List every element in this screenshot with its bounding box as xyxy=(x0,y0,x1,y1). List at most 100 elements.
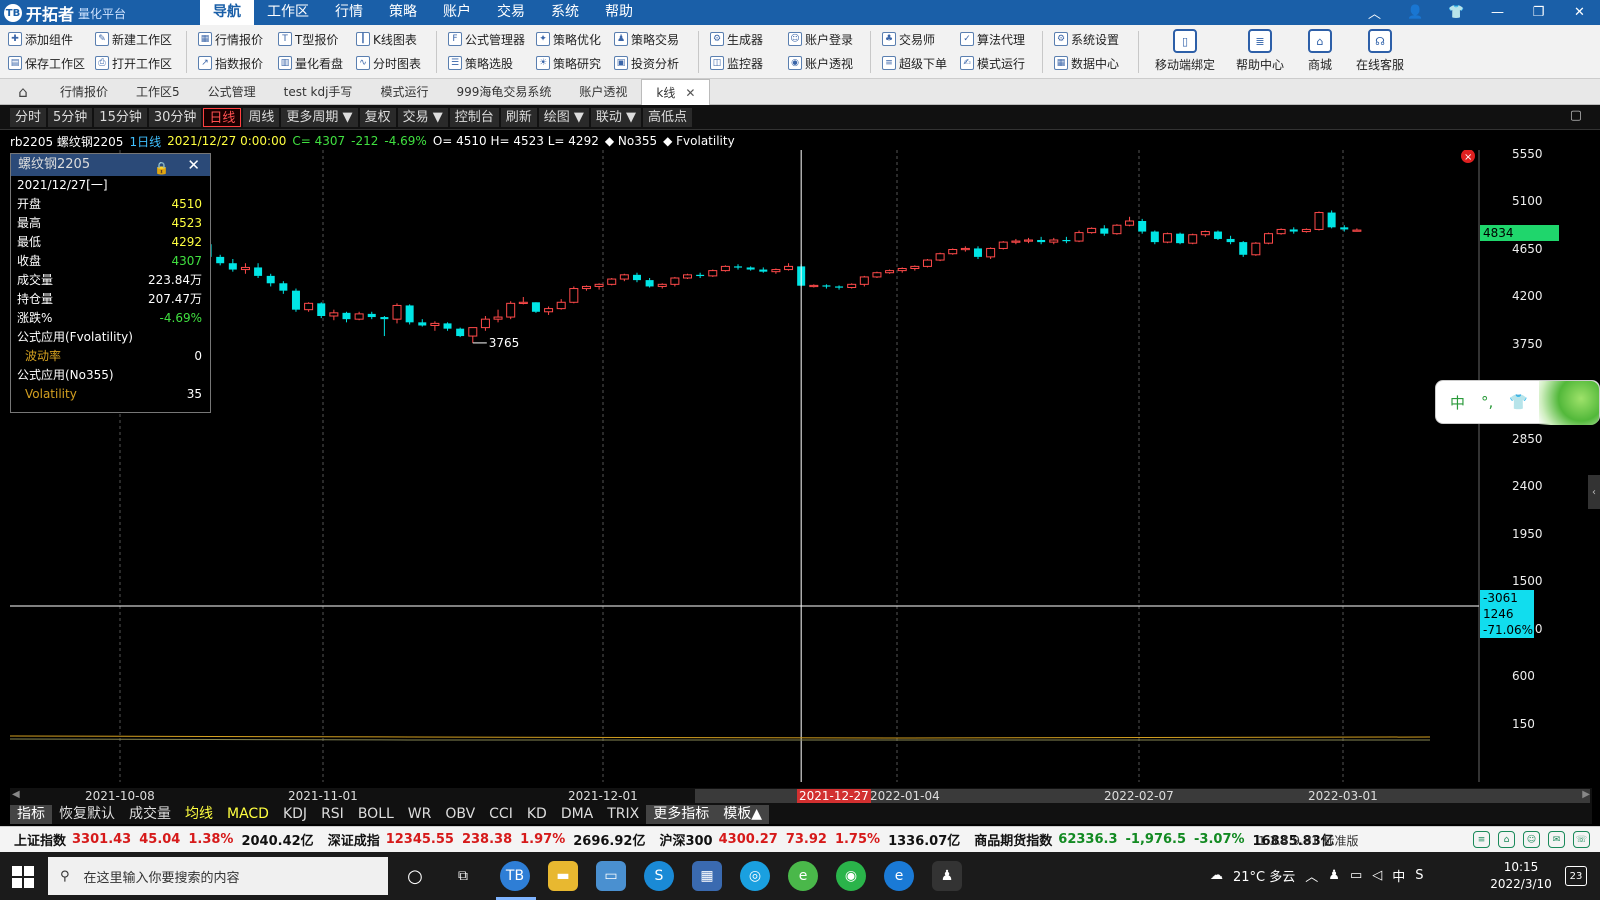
chat-icon[interactable]: ✉ xyxy=(1548,831,1565,848)
indicator-tab[interactable]: 指标 xyxy=(10,804,52,824)
mode-run-button[interactable]: ✍ 模式运行 xyxy=(960,51,1025,75)
menu-strategy[interactable]: 策略 xyxy=(376,0,430,25)
tab-turtle-system[interactable]: 999海龟交易系统 xyxy=(442,79,565,105)
sh-index-name[interactable]: 上证指数 xyxy=(14,830,66,849)
more-indicators-button[interactable]: 更多指标 xyxy=(646,804,717,824)
lock-icon[interactable]: 🔒 xyxy=(154,157,169,175)
indicator-kdj[interactable]: KDJ xyxy=(276,805,314,824)
maximize-button[interactable]: ❐ xyxy=(1518,0,1559,25)
console-button[interactable]: 控制台 xyxy=(449,107,499,127)
sz-index-name[interactable]: 深证成指 xyxy=(328,830,380,849)
menu-workspace[interactable]: 工作区 xyxy=(254,0,322,25)
kaituozhe-app-icon[interactable]: TB xyxy=(500,861,530,891)
scroll-right-icon[interactable]: ▶ xyxy=(1582,789,1590,800)
wechat-icon[interactable]: ◉ xyxy=(836,861,866,891)
indicator-dma[interactable]: DMA xyxy=(554,805,600,824)
tab-formula-manager[interactable]: 公式管理 xyxy=(194,79,270,105)
formula-manager-button[interactable]: F 公式管理器 xyxy=(448,27,525,51)
indicator-boll[interactable]: BOLL xyxy=(351,805,401,824)
indicator-ma[interactable]: 均线 xyxy=(178,805,220,824)
indicator-cci[interactable]: CCI xyxy=(482,805,520,824)
volume-icon[interactable]: ◁ xyxy=(1372,868,1382,883)
collapse-ribbon-icon[interactable]: ︿ xyxy=(1354,0,1395,25)
chevron-left-icon[interactable]: ‹ xyxy=(1588,475,1600,509)
indicator-obv[interactable]: OBV xyxy=(438,805,482,824)
kline-chart[interactable]: 3765 × xyxy=(10,150,1592,782)
strategy-trade-button[interactable]: ♟ 策略交易 xyxy=(614,27,679,51)
period-daily[interactable]: 日线 xyxy=(203,107,242,127)
panel-maximize-icon[interactable]: ▢ xyxy=(1570,108,1582,123)
indicator-rsi[interactable]: RSI xyxy=(314,805,351,824)
indicator-kd[interactable]: KD xyxy=(520,805,554,824)
home-icon[interactable]: ⌂ xyxy=(0,79,46,105)
user-icon[interactable]: 👤 xyxy=(1395,0,1436,25)
network-icon[interactable]: ▭ xyxy=(1350,868,1362,883)
close-icon[interactable]: ✕ xyxy=(685,86,695,100)
draw-dropdown[interactable]: 绘图 ▼ xyxy=(538,107,589,127)
date-axis[interactable]: ◀ ▶ 2021-10-08 2021-11-01 2021-12-01 2021-1… xyxy=(10,788,1592,804)
indicator-volume[interactable]: 成交量 xyxy=(122,805,178,824)
menu-navigation[interactable]: 导航 xyxy=(200,0,254,25)
edge-icon[interactable]: e xyxy=(884,861,914,891)
ie-icon[interactable]: e xyxy=(788,861,818,891)
minimize-button[interactable]: — xyxy=(1477,0,1518,25)
tab-mode-run[interactable]: 模式运行 xyxy=(366,79,442,105)
kline-chart-button[interactable]: ┃ K线图表 xyxy=(356,27,421,51)
algo-agent-button[interactable]: ✓ 算法代理 xyxy=(960,27,1025,51)
quant-dashboard-button[interactable]: ▥ 量化看盘 xyxy=(278,51,343,75)
taskbar-clock[interactable]: 10:15 2022/3/10 xyxy=(1486,859,1556,893)
menu-account[interactable]: 账户 xyxy=(430,0,484,25)
stock-picking-button[interactable]: ☰ 策略选股 xyxy=(448,51,525,75)
chevron-up-icon[interactable]: ︿ xyxy=(1305,866,1318,885)
account-view-button[interactable]: ◉ 账户透视 xyxy=(788,51,853,75)
period-timeshare[interactable]: 分时 xyxy=(10,107,47,127)
agent-app-icon[interactable]: ♟ xyxy=(932,861,962,891)
ime-skin-icon[interactable]: 👕 xyxy=(1509,393,1528,411)
online-service-button[interactable]: ☊ 在线客服 xyxy=(1345,29,1415,73)
refresh-button[interactable]: 刷新 xyxy=(500,107,537,127)
list-icon[interactable]: ≡ xyxy=(1473,831,1490,848)
super-order-button[interactable]: ≡ 超级下单 xyxy=(882,51,947,75)
period-weekly[interactable]: 周线 xyxy=(243,107,280,127)
data-center-button[interactable]: ▦ 数据中心 xyxy=(1054,51,1119,75)
save-workspace-button[interactable]: ▤ 保存工作区 xyxy=(8,51,85,75)
cortana-icon[interactable]: ○ xyxy=(400,861,430,891)
weather-icon[interactable]: ☁ xyxy=(1210,868,1223,883)
commodity-index-name[interactable]: 商品期货指数 xyxy=(974,830,1052,849)
strategy-research-button[interactable]: ☀ 策略研究 xyxy=(536,51,601,75)
close-button[interactable]: ✕ xyxy=(1559,0,1600,25)
indicator-macd[interactable]: MACD xyxy=(220,805,276,824)
ime-toolbar[interactable]: 中 °, 👕 xyxy=(1435,380,1600,425)
menu-help[interactable]: 帮助 xyxy=(592,0,646,25)
hs300-name[interactable]: 沪深300 xyxy=(659,830,712,849)
t-quote-button[interactable]: T T型报价 xyxy=(278,27,343,51)
indicator-wr[interactable]: WR xyxy=(401,805,439,824)
trade-dropdown[interactable]: 交易 ▼ xyxy=(397,107,448,127)
menu-system[interactable]: 系统 xyxy=(538,0,592,25)
timeshare-chart-button[interactable]: ∿ 分时图表 xyxy=(356,51,421,75)
mobile-bind-button[interactable]: ▯ 移动端绑定 xyxy=(1150,29,1220,73)
indicator-trix[interactable]: TRIX xyxy=(600,805,646,824)
file-explorer-icon[interactable]: ▬ xyxy=(548,861,578,891)
link-dropdown[interactable]: 联动 ▼ xyxy=(590,107,642,127)
tab-quote[interactable]: 行情报价 xyxy=(46,79,122,105)
scroll-left-icon[interactable]: ◀ xyxy=(12,789,20,800)
skin-icon[interactable]: 👕 xyxy=(1436,0,1477,25)
menu-trade[interactable]: 交易 xyxy=(484,0,538,25)
system-settings-button[interactable]: ⚙ 系统设置 xyxy=(1054,27,1119,51)
windows-start-icon[interactable] xyxy=(12,866,34,888)
add-component-button[interactable]: ✚ 添加组件 xyxy=(8,27,85,51)
kline-chart-svg[interactable]: 3765 × xyxy=(10,150,1480,782)
tab-account-view[interactable]: 账户透视 xyxy=(565,79,641,105)
calculator-icon[interactable]: ▦ xyxy=(692,861,722,891)
notification-icon[interactable]: 23 xyxy=(1565,866,1587,886)
strategy-optimize-button[interactable]: ✦ 策略优化 xyxy=(536,27,601,51)
tab-kline[interactable]: k线 ✕ xyxy=(641,79,711,105)
investment-analysis-button[interactable]: ▣ 投资分析 xyxy=(614,51,679,75)
tab-workspace5[interactable]: 工作区5 xyxy=(122,79,194,105)
tray-app-icon[interactable]: ♟ xyxy=(1328,868,1340,883)
open-workspace-button[interactable]: ⎙ 打开工作区 xyxy=(95,51,172,75)
period-15min[interactable]: 15分钟 xyxy=(94,107,147,127)
computer-icon[interactable]: ▭ xyxy=(596,861,626,891)
generator-button[interactable]: ⚙ 生成器 xyxy=(710,27,763,51)
